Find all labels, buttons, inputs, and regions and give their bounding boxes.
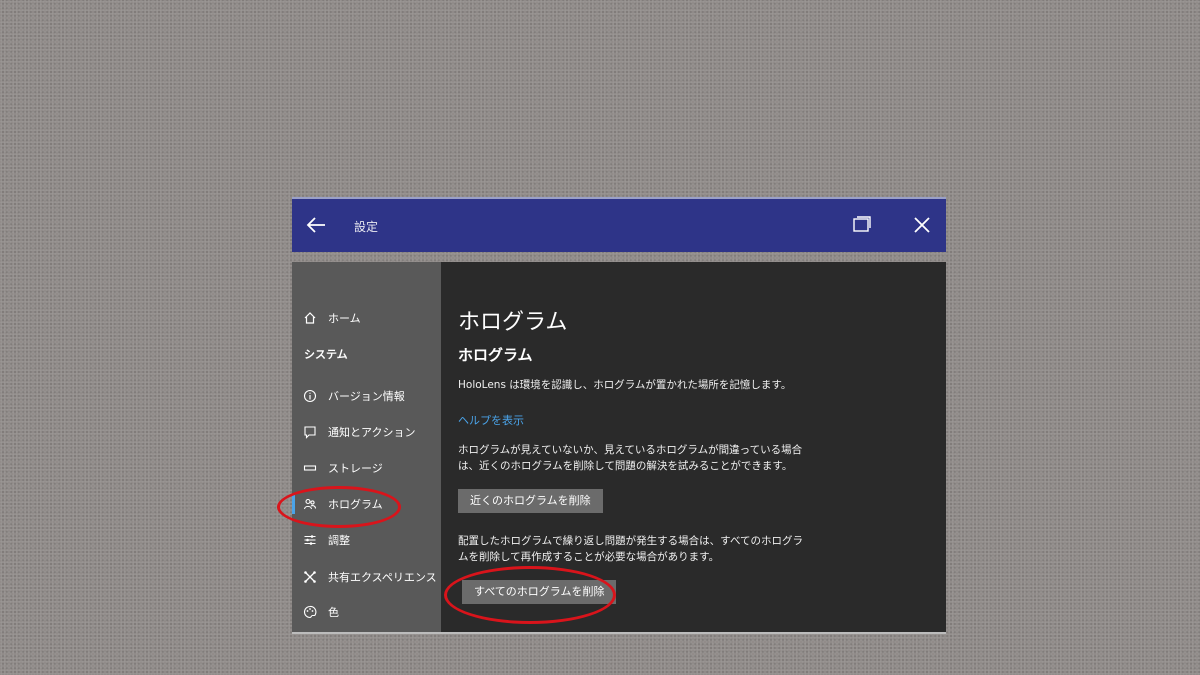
sidebar-item-about[interactable]: バージョン情報 xyxy=(302,384,437,408)
notification-icon xyxy=(302,424,318,440)
main-content: ホログラム ホログラム HoloLens は環境を認識し、ホログラムが置かれた場… xyxy=(458,262,938,632)
close-icon xyxy=(914,217,930,233)
sidebar-item-shared-experiences[interactable]: 共有エクスペリエンス xyxy=(302,565,437,589)
sidebar-item-label: バージョン情報 xyxy=(328,390,405,403)
calibration-icon xyxy=(302,532,318,548)
sidebar-item-storage[interactable]: ストレージ xyxy=(302,456,437,480)
follow-me-icon xyxy=(853,216,871,232)
sidebar-item-label: 通知とアクション xyxy=(328,426,416,439)
sidebar-section-title: システム xyxy=(304,348,348,361)
shared-experiences-icon xyxy=(302,569,318,585)
sidebar-item-label: 共有エクスペリエンス xyxy=(328,571,437,584)
home-icon xyxy=(302,310,318,326)
color-icon xyxy=(302,604,318,620)
remove-all-holograms-button[interactable]: すべてのホログラムを削除 xyxy=(462,580,617,604)
sidebar-item-label: 調整 xyxy=(328,534,350,547)
close-button[interactable] xyxy=(910,213,934,237)
sidebar-item-label: ホーム xyxy=(328,312,361,325)
info-icon xyxy=(302,388,318,404)
sidebar-item-label: ホログラム xyxy=(328,498,383,511)
follow-me-button[interactable] xyxy=(850,213,874,237)
sidebar-item-notifications[interactable]: 通知とアクション xyxy=(302,420,437,444)
sidebar: ホーム システム バージョン情報 通知とアクション ストレージ ホログラム 調整… xyxy=(292,262,441,632)
holograms-icon xyxy=(302,496,318,512)
nearby-holograms-text: ホログラムが見えていないか、見えているホログラムが間違っている場合は、近くのホロ… xyxy=(458,444,803,472)
sidebar-item-label: 色 xyxy=(328,606,339,619)
storage-icon xyxy=(302,460,318,476)
description-text: HoloLens は環境を認識し、ホログラムが置かれた場所を記憶します。 xyxy=(458,379,792,391)
active-indicator xyxy=(292,494,295,514)
sidebar-item-holograms[interactable]: ホログラム xyxy=(302,492,437,516)
back-arrow-icon xyxy=(306,217,325,233)
settings-panel: ホーム システム バージョン情報 通知とアクション ストレージ ホログラム 調整… xyxy=(292,262,946,634)
title-bar: 設定 xyxy=(292,197,946,252)
remove-nearby-holograms-button[interactable]: 近くのホログラムを削除 xyxy=(458,489,603,513)
page-title: ホログラム xyxy=(458,310,568,335)
section-title: ホログラム xyxy=(458,346,533,364)
sidebar-item-home[interactable]: ホーム xyxy=(302,306,437,330)
help-link[interactable]: ヘルプを表示 xyxy=(458,412,524,428)
sidebar-item-label: ストレージ xyxy=(328,462,383,475)
sidebar-item-calibration[interactable]: 調整 xyxy=(302,528,437,552)
back-button[interactable] xyxy=(304,213,328,237)
sidebar-item-color[interactable]: 色 xyxy=(302,600,437,624)
all-holograms-text: 配置したホログラムで繰り返し問題が発生する場合は、すべてのホログラムを削除して再… xyxy=(458,535,804,563)
window-title: 設定 xyxy=(354,220,379,234)
